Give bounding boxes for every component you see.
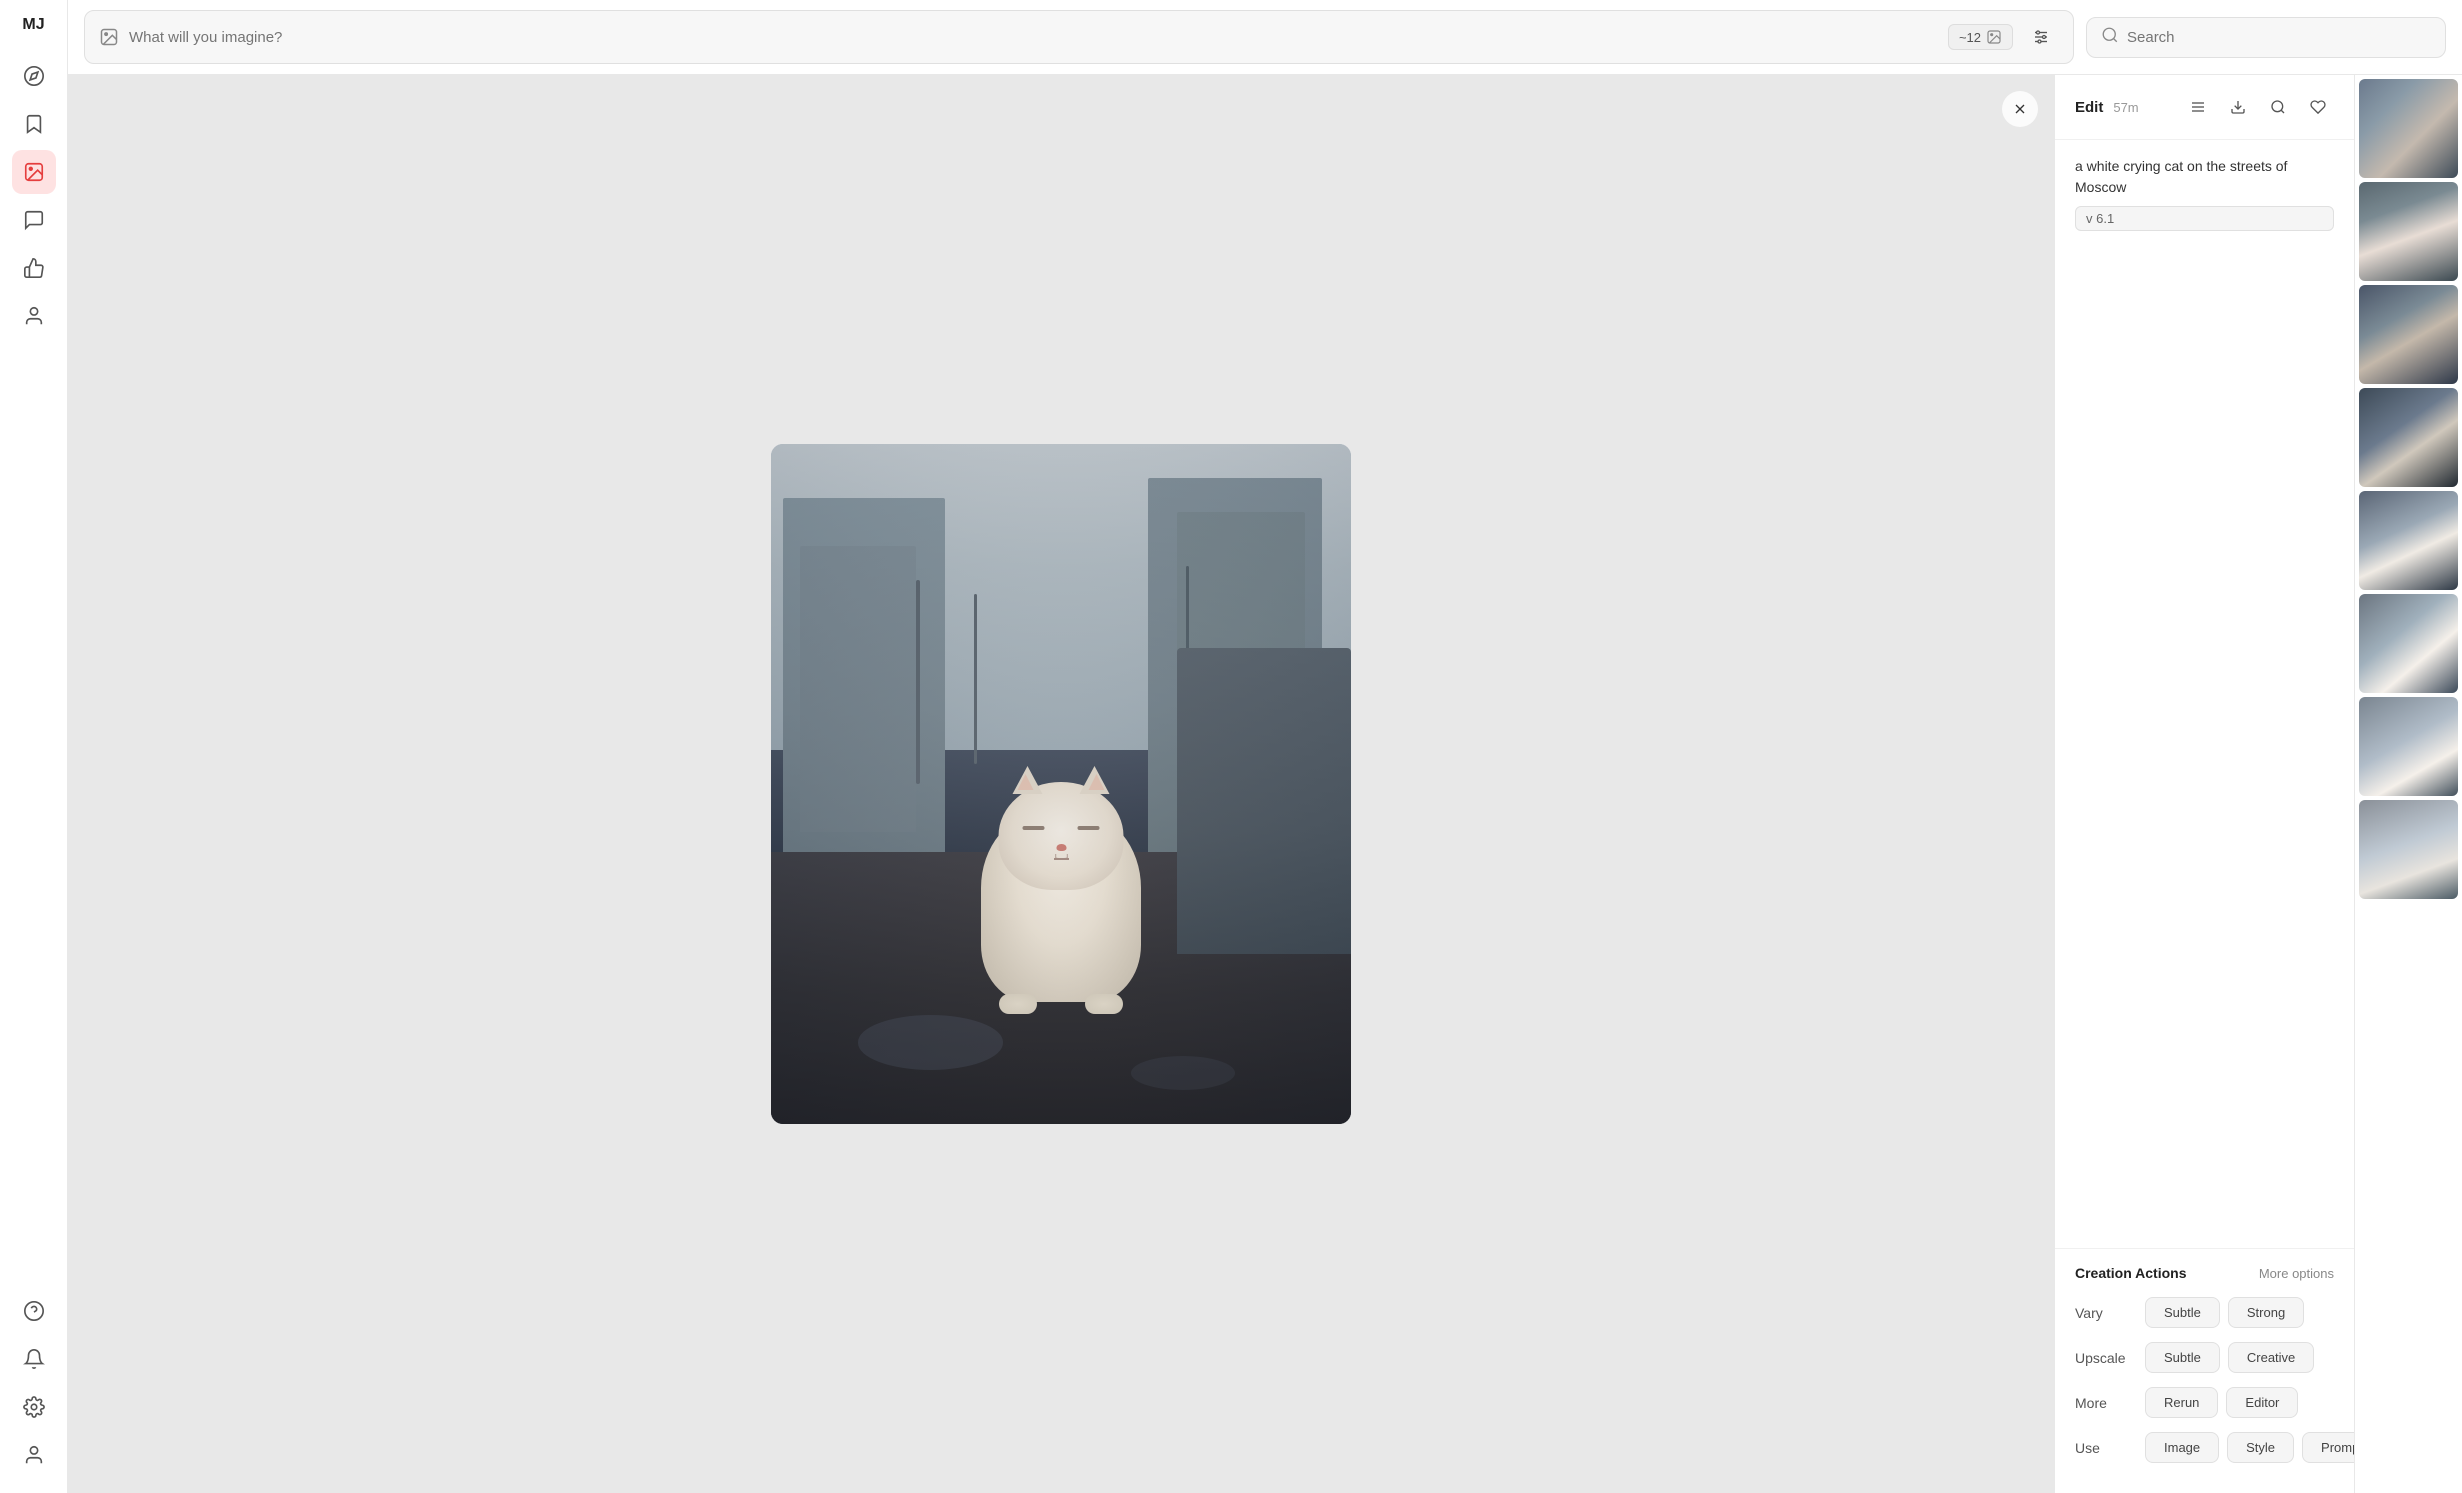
content-area: Edit 57m a white cry <box>68 75 2462 1493</box>
image-prompt: a white crying cat on the streets of Mos… <box>2055 140 2354 206</box>
edit-label: Edit <box>2075 99 2103 116</box>
vary-strong-button[interactable]: Strong <box>2228 1297 2304 1328</box>
thumbnail-1[interactable] <box>2359 79 2458 178</box>
search-input[interactable] <box>2127 29 2431 46</box>
search-icon <box>2101 26 2119 49</box>
vary-subtle-button[interactable]: Subtle <box>2145 1297 2220 1328</box>
sidebar-item-notifications[interactable] <box>12 1337 56 1381</box>
search-wrap[interactable] <box>2086 17 2446 58</box>
main-content: ~12 <box>68 0 2462 1493</box>
sidebar-item-chat[interactable] <box>12 198 56 242</box>
sidebar-item-explore[interactable] <box>12 54 56 98</box>
upscale-label: Upscale <box>2075 1350 2135 1366</box>
panel-header: Edit 57m <box>2055 75 2354 140</box>
sidebar-item-account[interactable] <box>12 1433 56 1477</box>
topbar: ~12 <box>68 0 2462 75</box>
use-image-button[interactable]: Image <box>2145 1432 2219 1463</box>
sidebar-item-bookmarks[interactable] <box>12 102 56 146</box>
header-actions <box>2182 91 2334 123</box>
thumbnail-6[interactable] <box>2359 594 2458 693</box>
token-badge[interactable]: ~12 <box>1948 24 2013 50</box>
prompt-input-wrap[interactable]: ~12 <box>84 10 2074 64</box>
upscale-subtle-button[interactable]: Subtle <box>2145 1342 2220 1373</box>
upscale-creative-button[interactable]: Creative <box>2228 1342 2314 1373</box>
like-button[interactable] <box>2302 91 2334 123</box>
creation-actions-title: Creation Actions <box>2075 1265 2187 1281</box>
thumbnail-2[interactable] <box>2359 182 2458 281</box>
upscale-row: Upscale Subtle Creative <box>2075 1342 2334 1373</box>
close-button[interactable] <box>2002 91 2038 127</box>
thumbnail-3[interactable] <box>2359 285 2458 384</box>
app-logo[interactable]: MJ <box>22 16 44 34</box>
more-label: More <box>2075 1395 2135 1411</box>
vary-buttons: Subtle Strong <box>2145 1297 2304 1328</box>
right-panel: Edit 57m a white cry <box>2054 75 2354 1493</box>
more-row: More Rerun Editor <box>2075 1387 2334 1418</box>
sidebar-item-liked[interactable] <box>12 246 56 290</box>
use-prompt-button[interactable]: Prompt <box>2302 1432 2354 1463</box>
thumbnail-8[interactable] <box>2359 800 2458 899</box>
sidebar-item-settings[interactable] <box>12 1385 56 1429</box>
use-buttons: Image Style Prompt <box>2145 1432 2354 1463</box>
zoom-button[interactable] <box>2262 91 2294 123</box>
main-image <box>771 444 1351 1124</box>
menu-button[interactable] <box>2182 91 2214 123</box>
upscale-buttons: Subtle Creative <box>2145 1342 2314 1373</box>
rerun-button[interactable]: Rerun <box>2145 1387 2218 1418</box>
use-label: Use <box>2075 1440 2135 1456</box>
thumbnail-5[interactable] <box>2359 491 2458 590</box>
download-button[interactable] <box>2222 91 2254 123</box>
time-badge: 57m <box>2113 100 2138 115</box>
use-row: Use Image Style Prompt <box>2075 1432 2334 1463</box>
sidebar-bottom <box>12 1289 56 1477</box>
use-style-button[interactable]: Style <box>2227 1432 2294 1463</box>
thumbnail-strip <box>2354 75 2462 1493</box>
sidebar-item-profile[interactable] <box>12 294 56 338</box>
sidebar: MJ <box>0 0 68 1493</box>
creation-actions-header: Creation Actions More options <box>2075 1265 2334 1281</box>
version-badge: v 6.1 <box>2075 206 2334 231</box>
editor-button[interactable]: Editor <box>2226 1387 2298 1418</box>
thumbnail-7[interactable] <box>2359 697 2458 796</box>
more-buttons: Rerun Editor <box>2145 1387 2298 1418</box>
filter-button[interactable] <box>2023 19 2059 55</box>
vary-label: Vary <box>2075 1305 2135 1321</box>
image-icon <box>99 27 119 47</box>
prompt-input[interactable] <box>129 29 1938 46</box>
more-options-link[interactable]: More options <box>2259 1266 2334 1281</box>
creation-actions: Creation Actions More options Vary Subtl… <box>2055 1248 2354 1493</box>
thumbnail-4[interactable] <box>2359 388 2458 487</box>
sidebar-item-images[interactable] <box>12 150 56 194</box>
vary-row: Vary Subtle Strong <box>2075 1297 2334 1328</box>
sidebar-item-help[interactable] <box>12 1289 56 1333</box>
image-viewer <box>68 75 2054 1493</box>
